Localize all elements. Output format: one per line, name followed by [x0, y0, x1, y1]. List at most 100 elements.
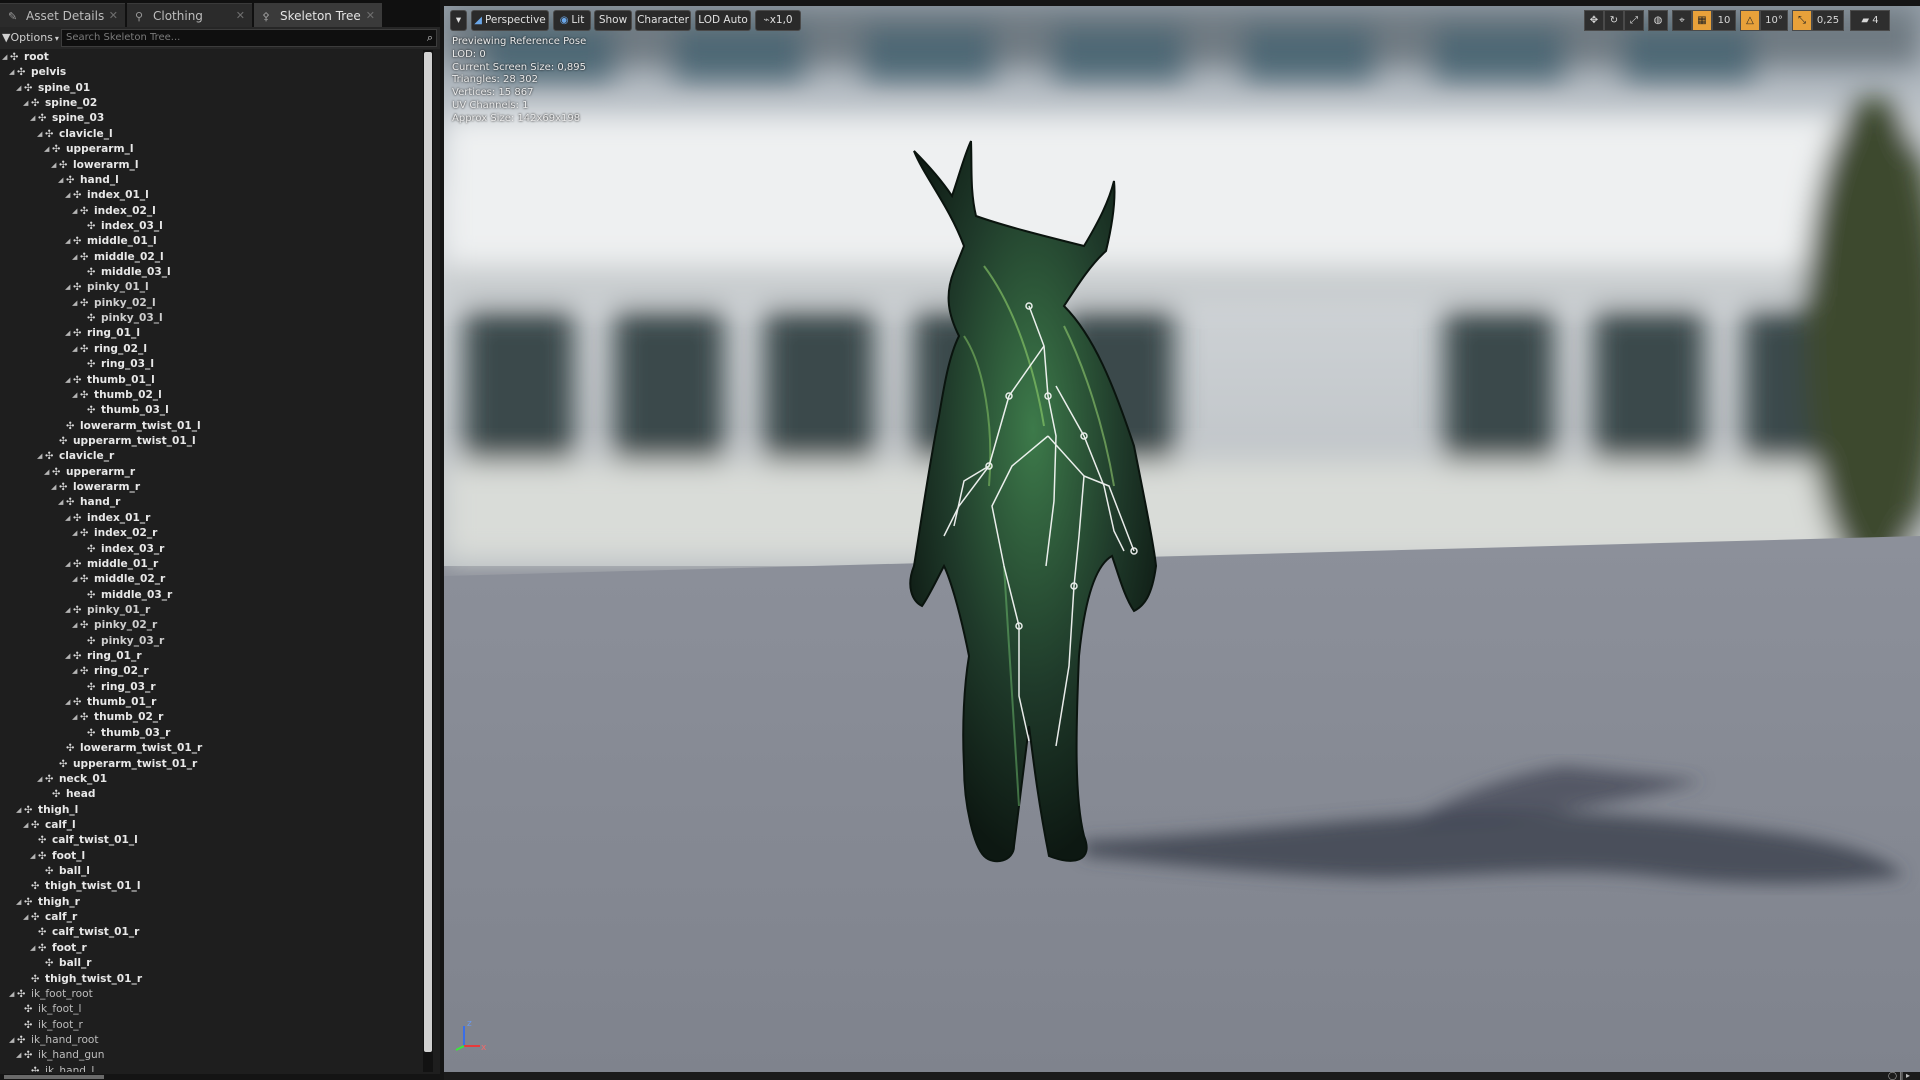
- translate-icon[interactable]: ✥: [1584, 10, 1604, 31]
- close-icon[interactable]: ✕: [109, 4, 118, 28]
- scale-icon[interactable]: ⤢: [1624, 10, 1644, 31]
- close-icon[interactable]: ✕: [366, 4, 375, 28]
- tree-row[interactable]: ✣ calf_twist_01_l: [0, 833, 425, 848]
- expand-arrow-icon[interactable]: ◢: [16, 1048, 24, 1063]
- tree-row[interactable]: ◢ ✣ thumb_02_l: [0, 388, 425, 403]
- tree-row[interactable]: ◢ ✣ middle_01_r: [0, 557, 425, 572]
- expand-arrow-icon[interactable]: ◢: [72, 618, 80, 633]
- tree-row[interactable]: ✣ pinky_03_r: [0, 634, 425, 649]
- tree-row[interactable]: ◢ ✣ hand_l: [0, 173, 425, 188]
- expand-arrow-icon[interactable]: ◢: [16, 803, 24, 818]
- tree-row[interactable]: ◢ ✣ index_01_r: [0, 511, 425, 526]
- tree-row[interactable]: ◢ ✣ clavicle_r: [0, 449, 425, 464]
- tab-clothing[interactable]: ⚲ Clothing ✕: [127, 3, 252, 27]
- expand-arrow-icon[interactable]: ◢: [65, 326, 73, 341]
- tree-row[interactable]: ✣ ball_r: [0, 956, 425, 971]
- expand-arrow-icon[interactable]: ◢: [16, 81, 24, 96]
- tree-row[interactable]: ✣ thigh_twist_01_r: [0, 972, 425, 987]
- tree-row[interactable]: ✣ ring_03_l: [0, 357, 425, 372]
- expand-arrow-icon[interactable]: ◢: [65, 511, 73, 526]
- scale-snap-value[interactable]: 0,25: [1812, 10, 1844, 31]
- expand-arrow-icon[interactable]: ◢: [44, 465, 52, 480]
- tree-row[interactable]: ✣ index_03_r: [0, 542, 425, 557]
- tree-row[interactable]: ✣ lowerarm_twist_01_l: [0, 419, 425, 434]
- tree-row[interactable]: ◢ ✣ middle_01_l: [0, 234, 425, 249]
- expand-arrow-icon[interactable]: ◢: [72, 526, 80, 541]
- tree-row[interactable]: ◢ ✣ foot_l: [0, 849, 425, 864]
- tree-row[interactable]: ◢ ✣ pinky_02_r: [0, 618, 425, 633]
- scale-snap-icon[interactable]: ⤡: [1792, 10, 1812, 31]
- viewport-menu-button[interactable]: ▾: [450, 10, 467, 31]
- tree-row[interactable]: ◢ ✣ ring_01_l: [0, 326, 425, 341]
- tree-row[interactable]: ◢ ✣ middle_02_r: [0, 572, 425, 587]
- tree-row[interactable]: ◢ ✣ spine_02: [0, 96, 425, 111]
- rotation-snap-icon[interactable]: △: [1740, 10, 1760, 31]
- tree-row[interactable]: ◢ ✣ spine_01: [0, 81, 425, 96]
- expand-arrow-icon[interactable]: ◢: [72, 572, 80, 587]
- tree-row[interactable]: ◢ ✣ upperarm_l: [0, 142, 425, 157]
- expand-arrow-icon[interactable]: ◢: [37, 449, 45, 464]
- tree-row[interactable]: ✣ lowerarm_twist_01_r: [0, 741, 425, 756]
- scrollbar-thumb[interactable]: [424, 52, 432, 1052]
- close-icon[interactable]: ✕: [236, 4, 245, 28]
- tree-row[interactable]: ✣ thigh_twist_01_l: [0, 879, 425, 894]
- expand-arrow-icon[interactable]: ◢: [65, 188, 73, 203]
- perspective-button[interactable]: ◢ Perspective: [471, 10, 549, 31]
- scrollbar-thumb[interactable]: [4, 1075, 104, 1079]
- timeline-icon[interactable]: ◯ ‖ ▸: [1888, 1071, 1910, 1080]
- expand-arrow-icon[interactable]: ◢: [16, 895, 24, 910]
- expand-arrow-icon[interactable]: ◢: [37, 772, 45, 787]
- tree-row[interactable]: ◢ ✣ lowerarm_l: [0, 158, 425, 173]
- expand-arrow-icon[interactable]: ◢: [65, 373, 73, 388]
- expand-arrow-icon[interactable]: ◢: [51, 158, 59, 173]
- surface-snap-icon[interactable]: ⌖: [1672, 10, 1692, 31]
- tree-row[interactable]: ◢ ✣ index_02_r: [0, 526, 425, 541]
- tree-row[interactable]: ◢ ✣ clavicle_l: [0, 127, 425, 142]
- expand-arrow-icon[interactable]: ◢: [65, 603, 73, 618]
- expand-arrow-icon[interactable]: ◢: [72, 388, 80, 403]
- search-input[interactable]: Search Skeleton Tree... ⌕: [61, 29, 437, 47]
- expand-arrow-icon[interactable]: ◢: [72, 342, 80, 357]
- tree-row[interactable]: ✣ ball_l: [0, 864, 425, 879]
- tree-row[interactable]: ◢ ✣ hand_r: [0, 495, 425, 510]
- tree-row[interactable]: ◢ ✣ spine_03: [0, 111, 425, 126]
- expand-arrow-icon[interactable]: ◢: [9, 987, 17, 1002]
- expand-arrow-icon[interactable]: ◢: [72, 664, 80, 679]
- tree-row[interactable]: ◢ ✣ thumb_01_l: [0, 373, 425, 388]
- tree-row[interactable]: ◢ ✣ ring_02_l: [0, 342, 425, 357]
- tree-row[interactable]: ✣ calf_twist_01_r: [0, 925, 425, 940]
- tree-row[interactable]: ◢ ✣ root: [0, 50, 425, 65]
- expand-arrow-icon[interactable]: ◢: [58, 173, 66, 188]
- tree-row[interactable]: ◢ ✣ calf_r: [0, 910, 425, 925]
- options-button[interactable]: ▼Options ▾: [2, 29, 59, 47]
- tab-skeleton-tree[interactable]: ⚴ Skeleton Tree ✕: [254, 3, 382, 27]
- tree-row[interactable]: ◢ ✣ index_02_l: [0, 204, 425, 219]
- tree-row[interactable]: ◢ ✣ ik_hand_root: [0, 1033, 425, 1048]
- tree-row[interactable]: ✣ head: [0, 787, 425, 802]
- expand-arrow-icon[interactable]: ◢: [72, 710, 80, 725]
- preview-viewport[interactable]: ▾ ◢ Perspective ◉ Lit Show Character LOD A…: [444, 6, 1920, 1072]
- tree-row[interactable]: ◢ ✣ lowerarm_r: [0, 480, 425, 495]
- tree-row[interactable]: ◢ ✣ foot_r: [0, 941, 425, 956]
- expand-arrow-icon[interactable]: ◢: [23, 96, 31, 111]
- tree-row[interactable]: ◢ ✣ upperarm_r: [0, 465, 425, 480]
- tree-row[interactable]: ◢ ✣ calf_l: [0, 818, 425, 833]
- tree-row[interactable]: ✣ index_03_l: [0, 219, 425, 234]
- tree-row[interactable]: ◢ ✣ pinky_01_l: [0, 280, 425, 295]
- grid-snap-value[interactable]: 10: [1712, 10, 1736, 31]
- grid-snap-icon[interactable]: ▦: [1692, 10, 1712, 31]
- tree-row[interactable]: ◢ ✣ pelvis: [0, 65, 425, 80]
- playback-speed-button[interactable]: ⌁x1,0: [755, 10, 801, 31]
- world-space-icon[interactable]: ◍: [1648, 10, 1668, 31]
- tree-row[interactable]: ◢ ✣ pinky_02_l: [0, 296, 425, 311]
- tree-row[interactable]: ◢ ✣ ring_01_r: [0, 649, 425, 664]
- tab-asset-details[interactable]: ✎ Asset Details ✕: [0, 3, 125, 27]
- character-button[interactable]: Character: [635, 10, 691, 31]
- expand-arrow-icon[interactable]: ◢: [65, 557, 73, 572]
- expand-arrow-icon[interactable]: ◢: [51, 480, 59, 495]
- rotation-snap-value[interactable]: 10°: [1760, 10, 1788, 31]
- tree-row[interactable]: ✣ middle_03_r: [0, 588, 425, 603]
- tree-row[interactable]: ◢ ✣ thumb_01_r: [0, 695, 425, 710]
- expand-arrow-icon[interactable]: ◢: [65, 649, 73, 664]
- expand-arrow-icon[interactable]: ◢: [65, 280, 73, 295]
